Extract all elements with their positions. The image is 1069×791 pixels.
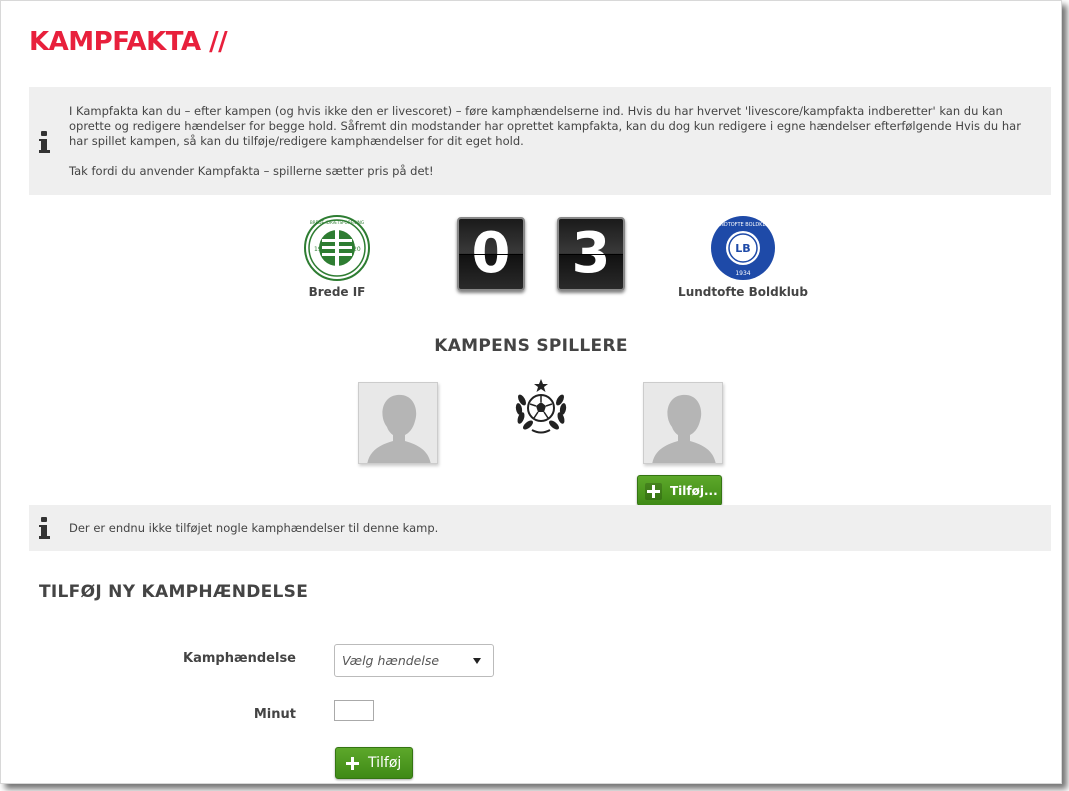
players-section-title: KAMPENS SPILLERE xyxy=(434,336,628,356)
event-type-select[interactable]: Vælg hændelse xyxy=(334,644,494,677)
away-logo-text: LUNDTOFTE BOLDKLUB xyxy=(714,222,773,228)
plus-icon xyxy=(346,757,359,770)
home-player-avatar[interactable] xyxy=(358,382,438,464)
event-type-label: Kamphændelse xyxy=(183,651,296,666)
plus-icon xyxy=(647,485,660,498)
away-logo-year: 1934 xyxy=(735,270,750,277)
event-type-selected-value: Vælg hændelse xyxy=(342,653,440,668)
avatar-placeholder-icon xyxy=(644,383,722,463)
home-logo-year-right: 20 xyxy=(353,246,361,253)
away-score: 3 xyxy=(557,217,625,291)
page-title: KAMPFAKTA // xyxy=(29,27,228,57)
no-events-text: Der er endnu ikke tilføjet nogle kamphæn… xyxy=(69,521,439,535)
minute-input[interactable] xyxy=(334,700,374,721)
mvp-laurel-icon xyxy=(510,378,572,436)
away-team-name: Lundtofte Boldklub xyxy=(678,285,808,299)
home-logo-text: BREDE IDRÆTSFORENING xyxy=(310,220,364,225)
add-player-label: Tilføj... xyxy=(670,484,718,498)
home-score: 0 xyxy=(457,217,525,291)
add-event-label: Tilføj xyxy=(368,755,402,771)
away-team: LB LUNDTOFTE BOLDKLUB 1934 Lundtofte Bol… xyxy=(673,215,813,299)
add-player-button[interactable]: Tilføj... xyxy=(637,475,722,506)
home-team-logo: 19 20 BREDE IDRÆTSFORENING xyxy=(304,215,370,281)
avatar-placeholder-icon xyxy=(359,383,437,463)
info-thanks: Tak fordi du anvender Kampfakta – spille… xyxy=(69,164,434,178)
away-logo-initials: LB xyxy=(735,242,750,255)
add-event-button[interactable]: Tilføj xyxy=(335,747,413,779)
info-paragraph: I Kampfakta kan du – efter kampen (og hv… xyxy=(69,104,1021,148)
home-team: 19 20 BREDE IDRÆTSFORENING Brede IF xyxy=(291,215,383,299)
info-icon xyxy=(39,517,51,541)
home-team-name: Brede IF xyxy=(308,285,366,299)
kampfakta-panel: KAMPFAKTA // I Kampfakta kan du – efter … xyxy=(0,0,1062,784)
caret-down-icon xyxy=(473,658,481,664)
add-event-title: TILFØJ NY KAMPHÆNDELSE xyxy=(39,582,309,602)
info-box-intro: I Kampfakta kan du – efter kampen (og hv… xyxy=(29,87,1051,195)
minute-label: Minut xyxy=(253,707,296,722)
away-team-logo: LB LUNDTOFTE BOLDKLUB 1934 xyxy=(710,215,776,281)
plus-icon-box xyxy=(645,483,662,500)
home-logo-year-left: 19 xyxy=(314,246,322,253)
info-text: I Kampfakta kan du – efter kampen (og hv… xyxy=(69,104,1037,179)
info-box-no-events: Der er endnu ikke tilføjet nogle kamphæn… xyxy=(29,505,1051,551)
info-icon xyxy=(39,131,51,155)
away-player-avatar[interactable] xyxy=(643,382,723,464)
